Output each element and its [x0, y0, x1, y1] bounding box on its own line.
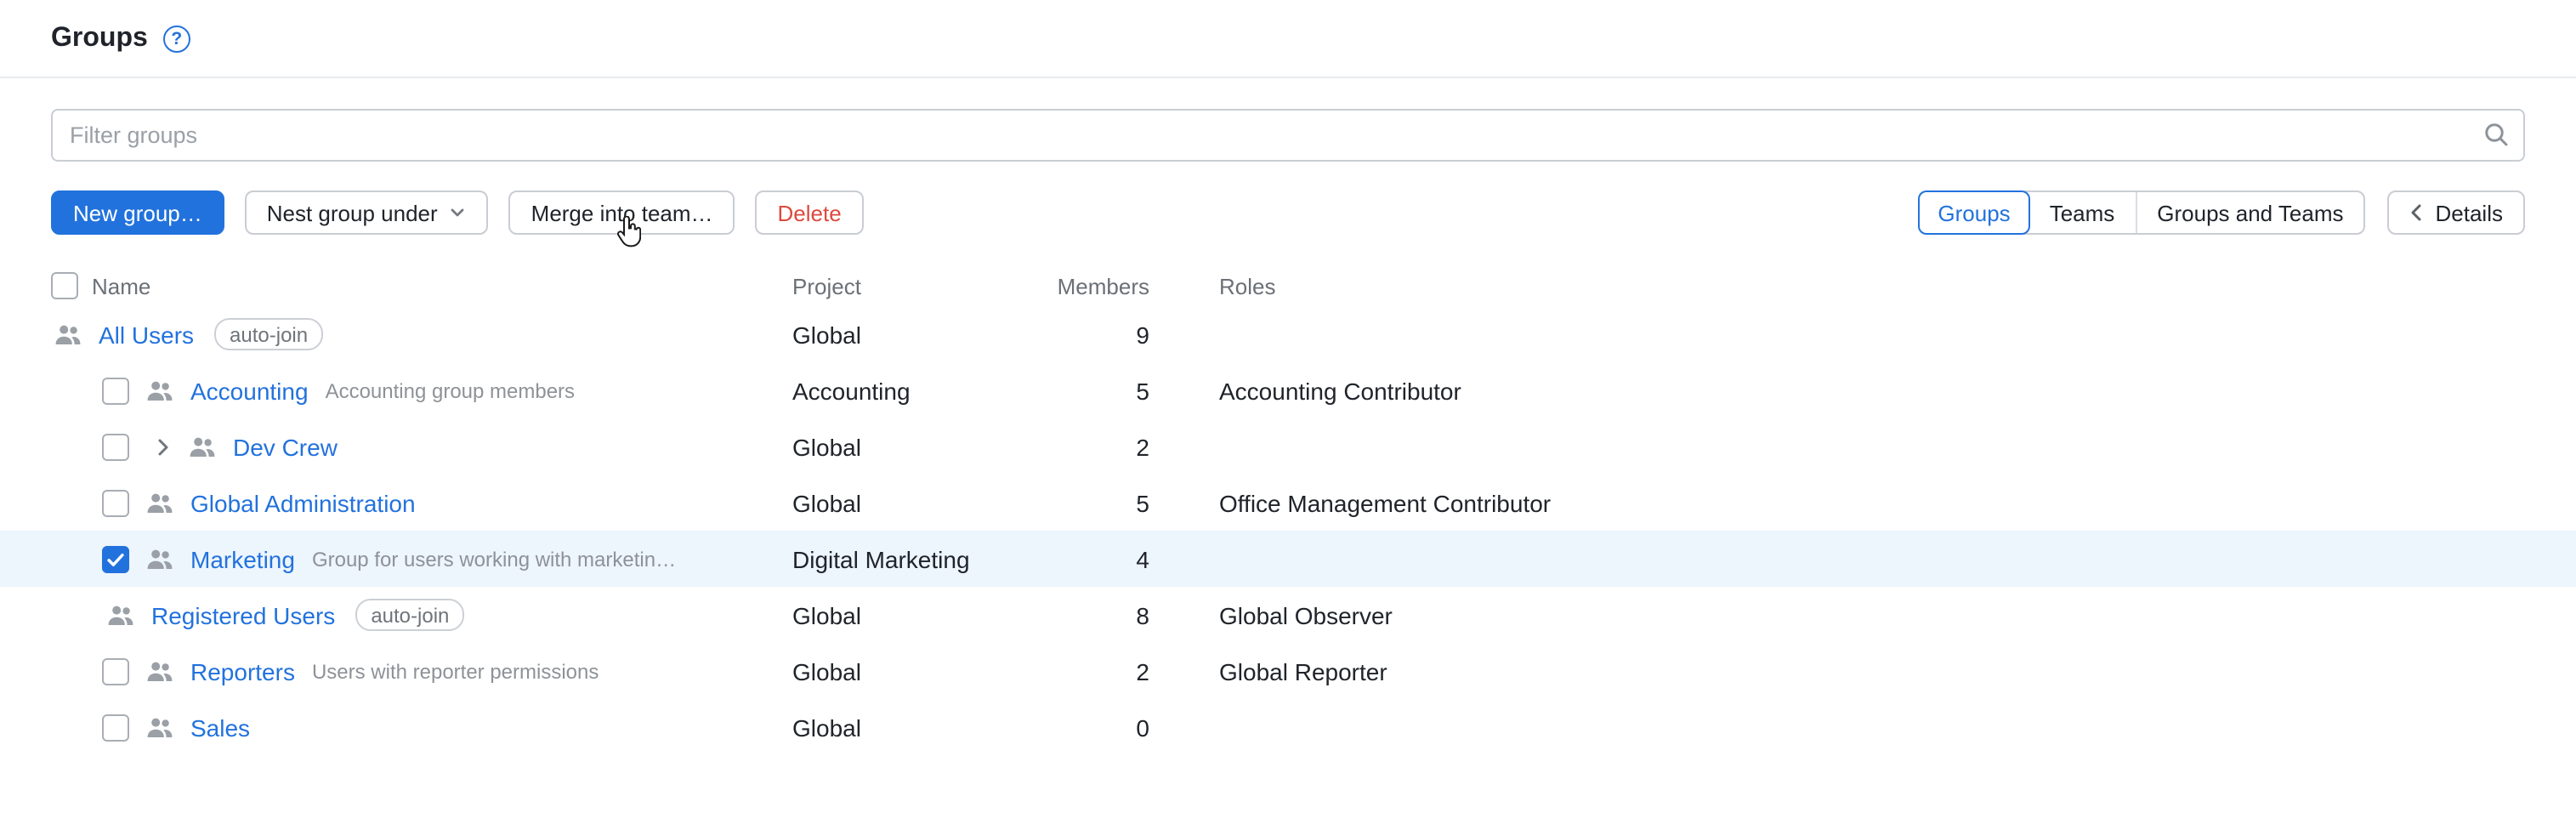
row-roles-cell: Global Reporter: [1219, 657, 2525, 685]
expand-chevron-icon[interactable]: [156, 436, 170, 457]
row-members-cell: 8: [1056, 601, 1149, 628]
filter-groups-input[interactable]: [51, 109, 2525, 162]
group-table-body: All Usersauto-joinGlobal9AccountingAccou…: [0, 306, 2576, 755]
row-project-cell: Global: [792, 601, 1056, 628]
page-title: Groups: [51, 22, 148, 56]
group-icon: [146, 657, 173, 685]
table-row[interactable]: Sales Global0: [0, 699, 2576, 755]
row-members-cell: 4: [1056, 545, 1149, 572]
row-roles-cell: Global Observer: [1219, 601, 2525, 628]
row-roles-cell: Accounting Contributor: [1219, 377, 2525, 404]
header-roles-label: Roles: [1219, 273, 2525, 298]
table-row[interactable]: AccountingAccounting group membersAccoun…: [0, 362, 2576, 418]
toolbar-right-group: Groups Teams Groups and Teams Details: [1917, 190, 2525, 235]
table-row[interactable]: Reporters Users with reporter permissions…: [0, 643, 2576, 699]
row-name-cell: Reporters Users with reporter permissions: [51, 657, 792, 685]
row-members-cell: 2: [1056, 657, 1149, 685]
row-name-cell: Accounting Accounting group members: [51, 377, 792, 404]
row-name-cell: Sales: [51, 714, 792, 741]
group-name-link[interactable]: Registered Users: [151, 601, 335, 628]
table-row[interactable]: Global Administration Global5 Office Manag…: [0, 475, 2576, 531]
row-project-cell: Global: [792, 489, 1056, 516]
group-name-link[interactable]: Global Administration: [190, 489, 416, 516]
auto-join-badge: auto-join: [214, 318, 323, 350]
view-mode-segmented-control: Groups Teams Groups and Teams: [1917, 190, 2365, 235]
row-project-cell: Global: [792, 657, 1056, 685]
merge-into-team-button[interactable]: Merge into team…: [509, 190, 735, 235]
row-members-cell: 5: [1056, 377, 1149, 404]
tab-groups[interactable]: Groups: [1917, 190, 2030, 235]
row-checkbox[interactable]: [102, 714, 129, 741]
row-project-cell: Accounting: [792, 377, 1056, 404]
row-project-cell: Digital Marketing: [792, 545, 1056, 572]
groups-admin-page: Groups ? New group… Nest group under Mer…: [0, 0, 2576, 813]
chevron-left-icon: [2410, 202, 2424, 223]
row-name-cell: Dev Crew: [51, 433, 792, 460]
group-icon: [146, 545, 173, 572]
header-members-label: Members: [1056, 273, 1149, 298]
row-name-cell: All Users auto-join: [51, 318, 792, 350]
row-checkbox[interactable]: [102, 657, 129, 685]
group-description: Accounting group members: [326, 378, 576, 402]
header-name-cell: Name: [51, 272, 792, 299]
row-checkbox[interactable]: [102, 433, 129, 460]
help-icon[interactable]: ?: [163, 26, 190, 53]
row-members-cell: 5: [1056, 489, 1149, 516]
row-checkbox[interactable]: [102, 545, 129, 572]
row-checkbox[interactable]: [102, 377, 129, 404]
page-header: Groups ?: [0, 0, 2576, 77]
row-name-cell: Registered Users auto-join: [51, 599, 792, 631]
group-icon: [54, 321, 82, 348]
details-label: Details: [2436, 200, 2504, 225]
group-name-link[interactable]: Sales: [190, 714, 250, 741]
group-icon: [146, 714, 173, 741]
toolbar: New group… Nest group under Merge into t…: [51, 190, 2525, 235]
header-name-label: Name: [92, 273, 150, 298]
nest-group-under-button[interactable]: Nest group under: [245, 190, 489, 235]
group-icon: [189, 433, 216, 460]
auto-join-badge: auto-join: [355, 599, 464, 631]
table-row[interactable]: Marketing Group for users working with ma…: [0, 531, 2576, 587]
header-divider: [0, 77, 2576, 78]
table-header-row: Name Project Members Roles: [0, 265, 2576, 306]
group-name-link[interactable]: Marketing: [190, 545, 295, 572]
group-name-link[interactable]: All Users: [99, 321, 194, 348]
chevron-down-icon: [450, 204, 467, 221]
row-project-cell: Global: [792, 714, 1056, 741]
group-icon: [146, 377, 173, 404]
group-icon: [146, 489, 173, 516]
row-project-cell: Global: [792, 433, 1056, 460]
filter-row: [51, 109, 2525, 162]
table-row[interactable]: Dev Crew Global2: [0, 418, 2576, 475]
row-members-cell: 9: [1056, 321, 1149, 348]
row-name-cell: Marketing Group for users working with ma…: [51, 545, 792, 572]
new-group-button[interactable]: New group…: [51, 190, 224, 235]
table-row[interactable]: Registered Users auto-join Global8 Global O…: [0, 587, 2576, 643]
group-name-link[interactable]: Dev Crew: [233, 433, 338, 460]
tab-teams[interactable]: Teams: [2029, 192, 2136, 233]
nest-group-under-label: Nest group under: [267, 200, 438, 225]
delete-button[interactable]: Delete: [756, 190, 864, 235]
table-row[interactable]: All Users auto-join Global9: [0, 306, 2576, 362]
select-all-checkbox[interactable]: [51, 272, 78, 299]
group-description: Group for users working with marketin…: [312, 547, 676, 571]
tab-groups-and-teams[interactable]: Groups and Teams: [2135, 192, 2363, 233]
groups-table: Name Project Members Roles All Users auto…: [0, 265, 2576, 755]
details-button[interactable]: Details: [2388, 190, 2526, 235]
header-project-label: Project: [792, 273, 1056, 298]
group-name-link[interactable]: Reporters: [190, 657, 295, 685]
search-icon: [2482, 121, 2510, 148]
group-icon: [107, 601, 134, 628]
row-members-cell: 2: [1056, 433, 1149, 460]
row-roles-cell: Office Management Contributor: [1219, 489, 2525, 516]
group-description: Users with reporter permissions: [312, 659, 599, 683]
group-name-link[interactable]: Accounting: [190, 377, 309, 404]
row-project-cell: Global: [792, 321, 1056, 348]
row-checkbox[interactable]: [102, 489, 129, 516]
row-name-cell: Global Administration: [51, 489, 792, 516]
row-members-cell: 0: [1056, 714, 1149, 741]
